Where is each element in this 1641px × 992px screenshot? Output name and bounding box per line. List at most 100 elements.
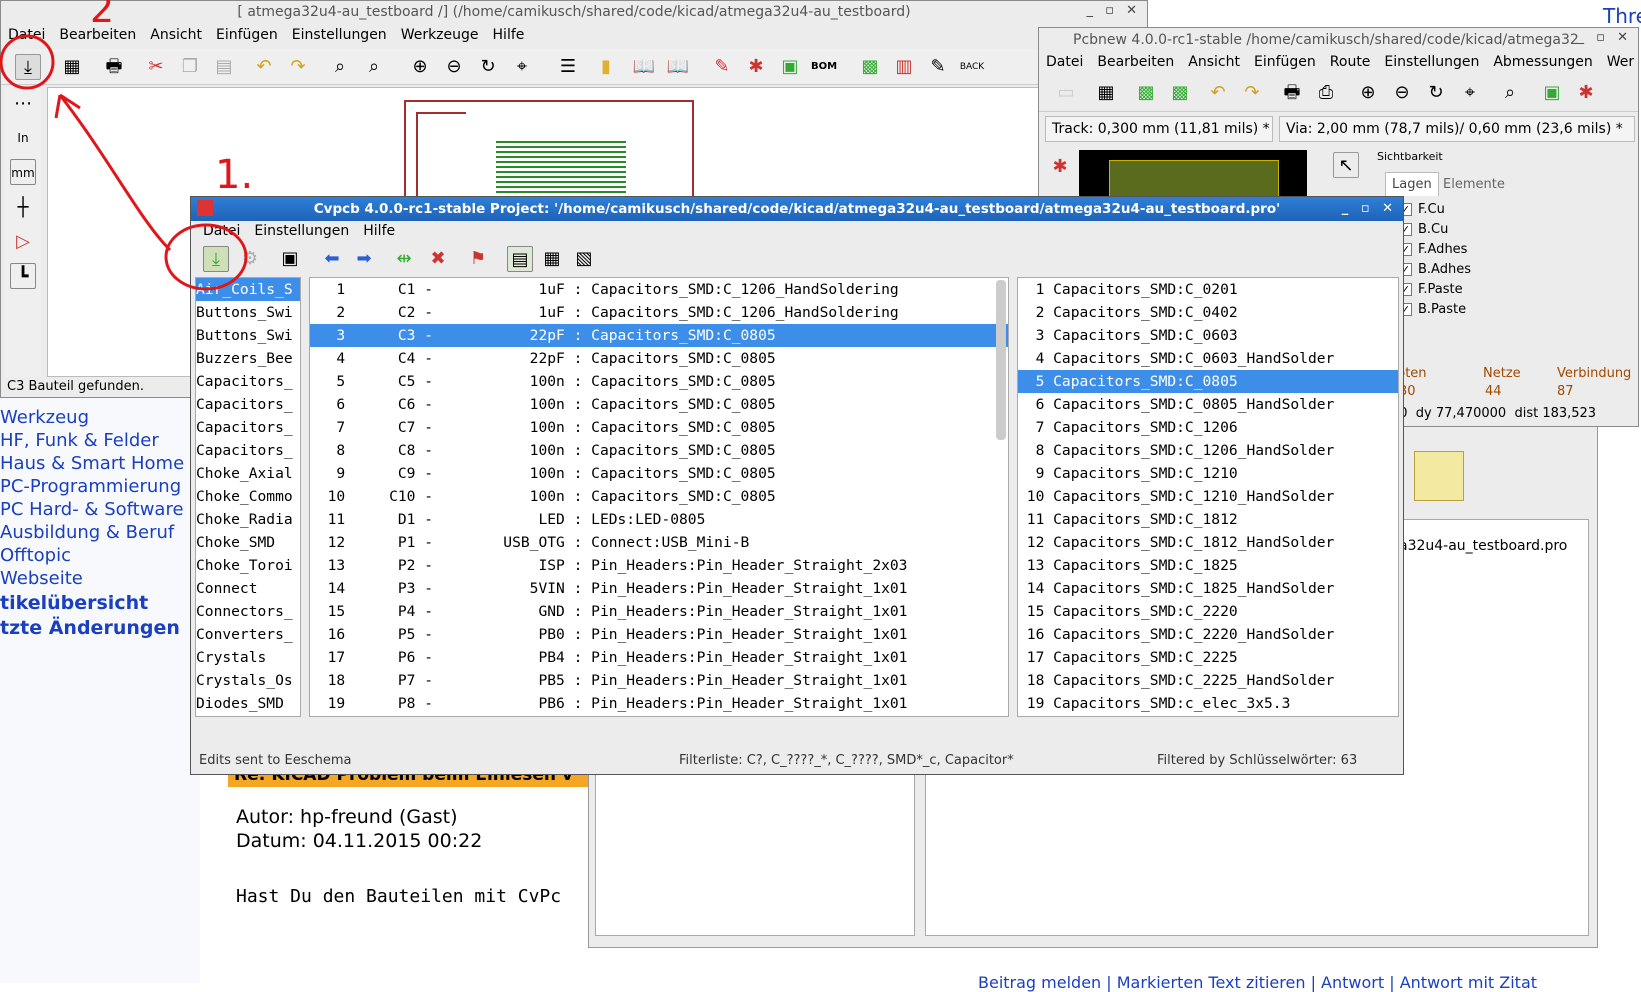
units-inch-icon[interactable]: In <box>10 125 36 151</box>
orthogonal-icon[interactable]: ┗ <box>10 263 36 289</box>
library-item[interactable]: Buttons_Swi <box>196 301 300 324</box>
drc-bug-left-icon[interactable]: ✱ <box>1047 154 1073 180</box>
undo-icon[interactable]: ↶ <box>251 54 277 80</box>
window-controls[interactable]: _ ▫ ✕ <box>1578 30 1632 45</box>
print-icon[interactable]: 🖶 <box>101 54 127 80</box>
component-row[interactable]: 16 P5 - PB0 : Pin_Headers:Pin_Header_Str… <box>310 623 1008 646</box>
footprint-row[interactable]: 13 Capacitors_SMD:C_1825 <box>1018 554 1398 577</box>
library-item[interactable]: Capacitors_ <box>196 439 300 462</box>
undo-icon[interactable]: ↶ <box>1205 80 1231 106</box>
library-item[interactable]: Buttons_Swi <box>196 324 300 347</box>
library-item[interactable]: Air_Coils_S <box>196 278 300 301</box>
redo-icon[interactable]: ↷ <box>285 54 311 80</box>
library-item[interactable]: Choke_SMD <box>196 531 300 554</box>
footprint-row[interactable]: 19 Capacitors_SMD:c_elec_3x5.3 <box>1018 692 1398 715</box>
backannotate-icon[interactable]: ⤓ <box>15 54 41 80</box>
component-row[interactable]: 11 D1 - LED : LEDs:LED-0805 <box>310 508 1008 531</box>
netlist-icon[interactable]: ▣ <box>1539 80 1565 106</box>
footprint-row[interactable]: 2 Capacitors_SMD:C_0402 <box>1018 301 1398 324</box>
component-row[interactable]: 7 C7 - 100n : Capacitors_SMD:C_0805 <box>310 416 1008 439</box>
pcbnew-icon[interactable]: ▥ <box>891 54 917 80</box>
library-item[interactable]: Choke_Toroi <box>196 554 300 577</box>
redraw-icon[interactable]: ↻ <box>1423 80 1449 106</box>
netlist-icon[interactable]: ▣ <box>777 54 803 80</box>
hierarchy-icon[interactable]: ☰ <box>555 54 581 80</box>
filter-library-icon[interactable]: ▧ <box>571 246 597 272</box>
grid-icon[interactable]: ⋯ <box>10 91 36 117</box>
footprint-viewer-icon[interactable]: ▣ <box>277 246 303 272</box>
window-controls[interactable]: _ ▫ ✕ <box>1087 3 1141 18</box>
plot-icon[interactable]: ⎙ <box>1313 80 1339 106</box>
library-item[interactable]: Choke_Axial <box>196 462 300 485</box>
page-settings-icon[interactable]: ▦ <box>59 54 85 80</box>
footprint-row[interactable]: 1 Capacitors_SMD:C_0201 <box>1018 278 1398 301</box>
erc-icon[interactable]: ✱ <box>743 54 769 80</box>
cursor-shape-icon[interactable]: ┼ <box>10 195 36 221</box>
cvpcb-icon[interactable]: ▩ <box>857 54 883 80</box>
menu-datei[interactable]: Datei <box>191 221 247 241</box>
component-row[interactable]: 14 P3 - 5VIN : Pin_Headers:Pin_Header_St… <box>310 577 1008 600</box>
delete-associations-icon[interactable]: ✖ <box>425 246 451 272</box>
menu-datei[interactable]: Datei <box>1039 52 1090 72</box>
forum-nav-bold[interactable]: tzte Änderungen <box>0 617 180 639</box>
component-row[interactable]: 1 C1 - 1uF : Capacitors_SMD:C_1206_HandS… <box>310 278 1008 301</box>
component-row[interactable]: 12 P1 - USB_OTG : Connect:USB_Mini-B <box>310 531 1008 554</box>
menu-einstellungen[interactable]: Einstellungen <box>247 221 356 241</box>
menu-einstellungen[interactable]: Einstellungen <box>285 25 394 45</box>
menu-einfuegen[interactable]: Einfügen <box>1247 52 1323 72</box>
cut-icon[interactable]: ✂ <box>143 54 169 80</box>
menu-ansicht[interactable]: Ansicht <box>1181 52 1247 72</box>
library-item[interactable]: Crystals_Os <box>196 669 300 692</box>
menu-abmessungen[interactable]: Abmessungen <box>1486 52 1599 72</box>
component-row[interactable]: 15 P4 - GND : Pin_Headers:Pin_Header_Str… <box>310 600 1008 623</box>
libview-icon[interactable]: 📖 <box>631 54 657 80</box>
component-row[interactable]: 4 C4 - 22pF : Capacitors_SMD:C_0805 <box>310 347 1008 370</box>
drc-icon[interactable]: ▩ <box>1167 80 1193 106</box>
library-item[interactable]: Choke_Radia <box>196 508 300 531</box>
back-icon[interactable]: BACK <box>959 54 985 80</box>
footprint-row[interactable]: 10 Capacitors_SMD:C_1210_HandSolder <box>1018 485 1398 508</box>
hidden-pins-icon[interactable]: ▷ <box>10 229 36 255</box>
via-select[interactable]: Via: 2,00 mm (78,7 mils)/ 0,60 mm (23,6 … <box>1279 116 1635 142</box>
component-row[interactable]: 8 C8 - 100n : Capacitors_SMD:C_0805 <box>310 439 1008 462</box>
datasheet-icon[interactable]: ⚑ <box>465 246 491 272</box>
page-settings-icon[interactable]: ▦ <box>1093 80 1119 106</box>
component-row[interactable]: 6 C6 - 100n : Capacitors_SMD:C_0805 <box>310 393 1008 416</box>
component-row[interactable]: 17 P6 - PB4 : Pin_Headers:Pin_Header_Str… <box>310 646 1008 669</box>
menu-werkzeuge[interactable]: Wer <box>1600 52 1638 72</box>
new-board-icon[interactable]: ▭ <box>1053 80 1079 106</box>
annotate-icon[interactable]: ✎ <box>709 54 735 80</box>
forum-nav-item[interactable]: HF, Funk & Felder <box>0 430 159 451</box>
footprint-row[interactable]: 15 Capacitors_SMD:C_2220 <box>1018 600 1398 623</box>
window-controls[interactable]: _ ▫ ✕ <box>1342 197 1397 221</box>
tab-elemente[interactable]: Elemente <box>1437 174 1511 195</box>
redraw-icon[interactable]: ↻ <box>475 54 501 80</box>
component-row[interactable]: 13 P2 - ISP : Pin_Headers:Pin_Header_Str… <box>310 554 1008 577</box>
find-replace-icon[interactable]: ⌕ <box>361 54 387 80</box>
forum-nav-bold[interactable]: tikelübersicht <box>0 592 148 614</box>
prev-unassigned-icon[interactable]: ⬅ <box>319 246 345 272</box>
forum-nav-item[interactable]: PC-Programmierung <box>0 476 181 497</box>
component-list-scrollbar[interactable] <box>996 280 1006 440</box>
track-select[interactable]: Track: 0,300 mm (11,81 mils) * <box>1045 116 1273 142</box>
component-row[interactable]: 10 C10 - 100n : Capacitors_SMD:C_0805 <box>310 485 1008 508</box>
forum-nav-item[interactable]: Ausbildung & Beruf <box>0 522 174 543</box>
menu-route[interactable]: Route <box>1323 52 1378 72</box>
library-item[interactable]: Capacitors_ <box>196 393 300 416</box>
import-footprint-icon[interactable]: ✎ <box>925 54 951 80</box>
settings-icon[interactable]: ⚙ <box>237 246 263 272</box>
units-mm-icon[interactable]: mm <box>10 159 36 185</box>
component-row[interactable]: 18 P7 - PB5 : Pin_Headers:Pin_Header_Str… <box>310 669 1008 692</box>
tab-lagen[interactable]: Lagen <box>1385 172 1439 196</box>
footprint-row[interactable]: 9 Capacitors_SMD:C_1210 <box>1018 462 1398 485</box>
drc-bug-icon[interactable]: ✱ <box>1573 80 1599 106</box>
component-row[interactable]: 5 C5 - 100n : Capacitors_SMD:C_0805 <box>310 370 1008 393</box>
footprint-row[interactable]: 11 Capacitors_SMD:C_1812 <box>1018 508 1398 531</box>
component-row[interactable]: 9 C9 - 100n : Capacitors_SMD:C_0805 <box>310 462 1008 485</box>
menu-einfuegen[interactable]: Einfügen <box>209 25 285 45</box>
library-item[interactable]: Connect <box>196 577 300 600</box>
footprint-row[interactable]: 16 Capacitors_SMD:C_2220_HandSolder <box>1018 623 1398 646</box>
menu-ansicht[interactable]: Ansicht <box>143 25 209 45</box>
menu-werkzeuge[interactable]: Werkzeuge <box>394 25 486 45</box>
menu-bearbeiten[interactable]: Bearbeiten <box>1090 52 1181 72</box>
